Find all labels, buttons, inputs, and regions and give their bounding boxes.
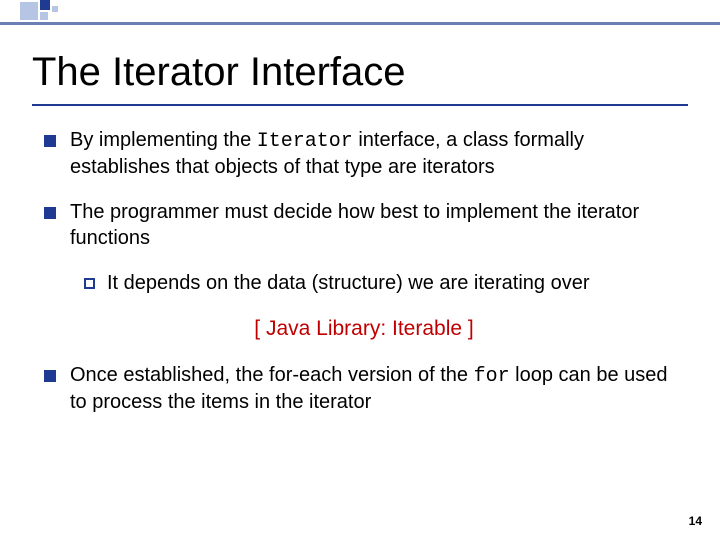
bullet-text: The programmer must decide how best to i… (70, 200, 684, 251)
slide-corner-decoration (0, 0, 720, 30)
square-bullet-icon (44, 207, 56, 219)
slide-title: The Iterator Interface (32, 50, 406, 95)
sub-bullet-text: It depends on the data (structure) we ar… (107, 271, 684, 297)
square-bullet-icon (44, 370, 56, 382)
sub-bullet-item: It depends on the data (structure) we ar… (84, 271, 684, 297)
text-run: By implementing the (70, 129, 257, 151)
hollow-square-bullet-icon (84, 278, 95, 289)
reference-link-text: [ Java Library: Iterable ] (44, 317, 684, 341)
slide-body: By implementing the Iterator interface, … (44, 128, 684, 415)
page-number: 14 (689, 514, 702, 528)
square-bullet-icon (44, 135, 56, 147)
bullet-item: Once established, the for-each version o… (44, 363, 684, 415)
text-run: Once established, the for-each version o… (70, 364, 474, 386)
bullet-text: By implementing the Iterator interface, … (70, 128, 684, 180)
bullet-item: By implementing the Iterator interface, … (44, 128, 684, 180)
code-run: Iterator (257, 130, 353, 153)
bullet-text: Once established, the for-each version o… (70, 363, 684, 415)
code-run: for (474, 365, 510, 388)
title-underline (32, 104, 688, 106)
bullet-item: The programmer must decide how best to i… (44, 200, 684, 251)
